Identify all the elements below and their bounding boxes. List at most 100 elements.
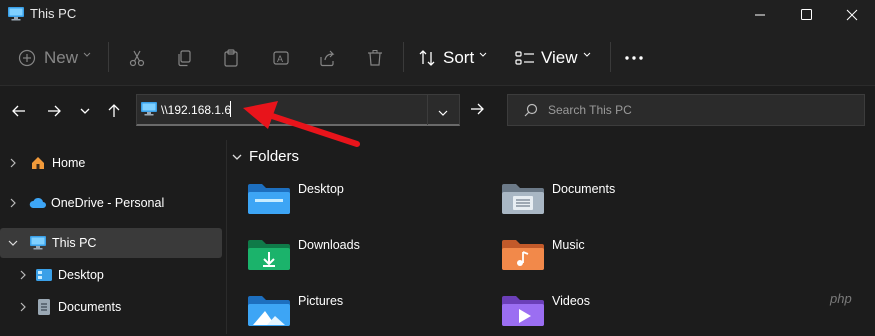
- rename-icon: A: [273, 50, 289, 65]
- share-icon: [320, 50, 335, 66]
- view-list-icon: [515, 50, 534, 65]
- desktop-folder-icon: [248, 184, 290, 214]
- delete-icon: [368, 49, 382, 66]
- folder-label: Documents: [552, 182, 616, 196]
- up-button[interactable]: [103, 100, 125, 122]
- chevron-right-icon: [10, 198, 16, 208]
- maximize-icon: [801, 9, 812, 20]
- recent-locations-button[interactable]: [74, 100, 96, 122]
- address-history-button[interactable]: [437, 105, 449, 123]
- folders-pane: Folders Desktop Documents Downloads Musi…: [227, 140, 875, 334]
- view-label: View: [541, 47, 578, 67]
- chevron-down-icon: [8, 240, 18, 246]
- more-options-button[interactable]: [624, 30, 644, 85]
- chevron-right-icon: [20, 302, 26, 312]
- folder-item-music[interactable]: Music: [501, 236, 741, 280]
- folder-label: Music: [552, 238, 585, 252]
- sort-label: Sort: [443, 47, 475, 67]
- folder-item-pictures[interactable]: Pictures: [247, 292, 487, 336]
- maximize-button[interactable]: [783, 0, 829, 30]
- this-pc-icon: [141, 102, 157, 121]
- sidebar-item-label: Documents: [58, 300, 122, 314]
- close-icon: [846, 9, 858, 21]
- folder-label: Pictures: [298, 294, 344, 308]
- document-icon: [38, 299, 50, 315]
- toolbar-divider: [403, 42, 404, 72]
- this-pc-icon: [8, 7, 24, 26]
- paste-icon: [224, 48, 238, 67]
- home-icon: [32, 157, 44, 169]
- forward-button[interactable]: [43, 100, 65, 122]
- folder-item-downloads[interactable]: Downloads: [247, 236, 487, 280]
- arrow-up-icon: [108, 104, 120, 117]
- paste-button[interactable]: [222, 30, 240, 85]
- minimize-button[interactable]: [737, 0, 783, 30]
- pictures-folder-icon: [248, 296, 290, 326]
- onedrive-cloud-icon: [29, 197, 46, 208]
- toolbar-divider: [610, 42, 611, 72]
- sort-button[interactable]: Sort: [418, 30, 488, 85]
- chevron-right-icon: [20, 270, 26, 280]
- window-title: This PC: [30, 6, 77, 21]
- folders-section-header[interactable]: Folders: [231, 148, 299, 165]
- arrow-right-icon: [471, 103, 484, 115]
- desktop-icon: [36, 269, 52, 281]
- sidebar-item-home[interactable]: Home: [0, 148, 222, 178]
- svg-text:A: A: [277, 54, 283, 64]
- search-input[interactable]: Search This PC: [548, 103, 632, 117]
- watermark-text: php: [830, 291, 852, 306]
- address-divider: [427, 95, 428, 125]
- sidebar-item-onedrive[interactable]: OneDrive - Personal: [0, 188, 222, 218]
- new-label: New: [44, 47, 79, 67]
- plus-circle-icon: [18, 49, 36, 66]
- address-bar[interactable]: \\192.168.1.6: [136, 94, 460, 126]
- folder-item-videos[interactable]: Videos: [501, 292, 741, 336]
- toolbar-divider: [108, 42, 109, 72]
- search-box[interactable]: Search This PC: [507, 94, 865, 126]
- navigation-pane: Home OneDrive - Personal This PC Desktop…: [0, 140, 226, 334]
- share-button[interactable]: [318, 30, 336, 85]
- go-button[interactable]: [466, 98, 488, 120]
- new-button[interactable]: New: [18, 30, 92, 85]
- sidebar-item-label: Home: [52, 156, 86, 170]
- minimize-icon: [755, 14, 765, 16]
- folder-label: Videos: [552, 294, 590, 308]
- command-bar: New A Sort View: [0, 30, 875, 86]
- close-button[interactable]: [829, 0, 875, 30]
- back-button[interactable]: [8, 100, 30, 122]
- chevron-down-icon: [83, 52, 91, 57]
- chevron-down-icon: [583, 52, 590, 57]
- chevron-down-icon: [80, 108, 90, 114]
- folder-label: Desktop: [298, 182, 344, 196]
- this-pc-icon: [30, 236, 46, 250]
- arrow-left-icon: [12, 105, 25, 117]
- chevron-right-icon: [10, 158, 16, 168]
- sidebar-item-desktop[interactable]: Desktop: [0, 260, 222, 290]
- folder-item-desktop[interactable]: Desktop: [247, 180, 487, 224]
- folders-section-label: Folders: [249, 148, 300, 165]
- sidebar-item-label: Desktop: [58, 268, 104, 282]
- text-caret: [230, 101, 231, 117]
- address-input[interactable]: \\192.168.1.6: [161, 103, 231, 117]
- sidebar-item-label: OneDrive - Personal: [51, 196, 165, 210]
- sidebar-item-this-pc[interactable]: This PC: [0, 228, 222, 258]
- chevron-down-icon: [438, 110, 448, 116]
- delete-button[interactable]: [366, 30, 384, 85]
- rename-button[interactable]: A: [272, 30, 290, 85]
- chevron-down-icon: [479, 52, 487, 57]
- copy-button[interactable]: [175, 30, 193, 85]
- title-bar: This PC: [0, 0, 875, 30]
- cut-icon: [129, 50, 145, 66]
- view-button[interactable]: View: [515, 30, 592, 85]
- sort-icon: [419, 49, 435, 66]
- cut-button[interactable]: [128, 30, 146, 85]
- folder-item-documents[interactable]: Documents: [501, 180, 741, 224]
- arrow-right-icon: [48, 105, 61, 117]
- chevron-down-icon: [232, 154, 242, 160]
- sidebar-item-label: This PC: [52, 236, 97, 250]
- documents-folder-icon: [502, 184, 544, 214]
- search-icon: [524, 103, 538, 122]
- sidebar-item-documents[interactable]: Documents: [0, 292, 222, 322]
- music-folder-icon: [502, 240, 544, 270]
- copy-icon: [178, 49, 191, 66]
